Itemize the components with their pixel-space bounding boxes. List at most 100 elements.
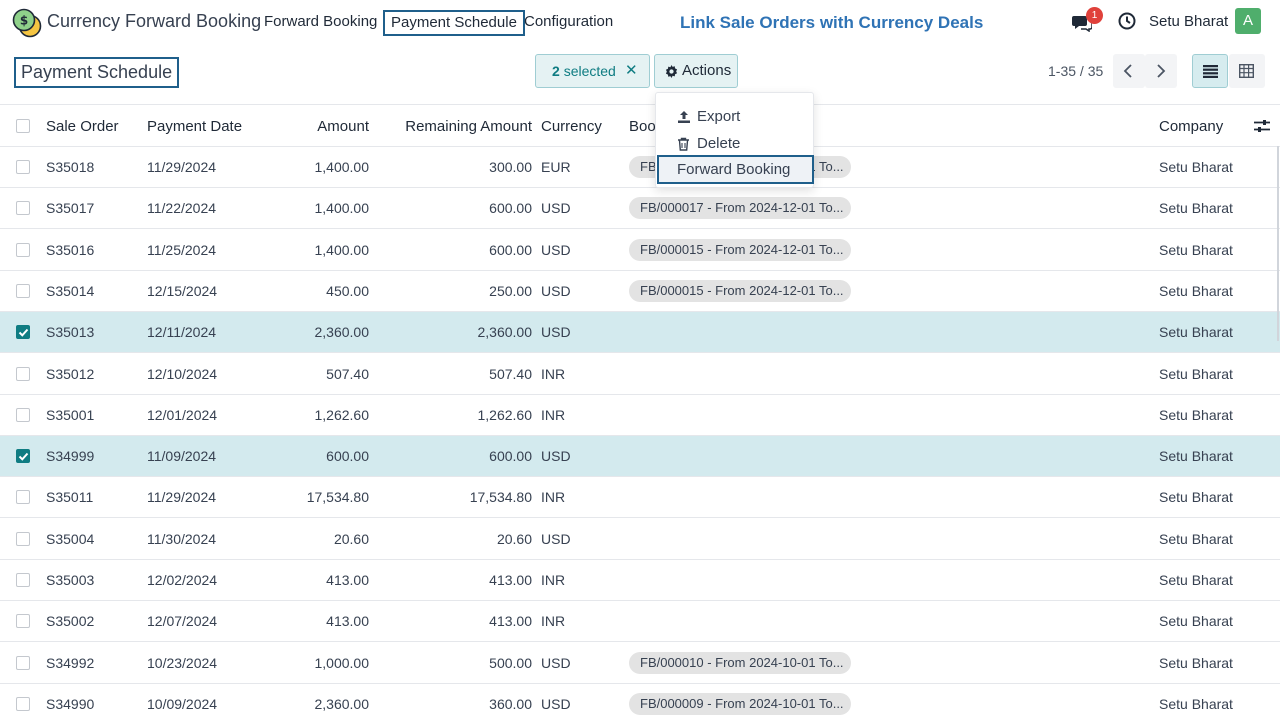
cell-sale-order: S34992 [46,654,95,671]
menu-item-export[interactable]: Export [656,103,813,130]
row-checkbox[interactable] [16,696,30,711]
col-company[interactable]: Company [1159,118,1223,135]
menu-item-forward-booking[interactable]: Forward Booking [657,155,814,184]
table-row[interactable]: S35012 12/10/2024 507.40 507.40 INR Setu Bhar… [0,353,1280,395]
table-row[interactable]: S35002 12/07/2024 413.00 413.00 INR Setu Bhar… [0,601,1280,643]
table-row[interactable]: S35004 11/30/2024 20.60 20.60 USD Setu Bharat [0,518,1280,560]
selection-label: 2 selected [552,55,616,87]
col-sale-order[interactable]: Sale Order [46,118,119,135]
menu-configuration[interactable]: Configuration [518,10,619,36]
cell-currency: INR [541,406,566,423]
optional-columns-icon[interactable] [1254,119,1270,133]
table-row[interactable]: S35011 11/29/2024 17,534.80 17,534.80 INR Set… [0,477,1280,519]
cell-company: Setu Bharat [1159,489,1233,506]
booking-tag[interactable]: FB/000010 - From 2024-10-01 To... [629,651,851,674]
cell-remaining-amount: 360.00 [489,695,532,712]
table-row[interactable]: S35003 12/02/2024 413.00 413.00 INR Setu Bhar… [0,560,1280,601]
booking-tag[interactable]: FB/000009 - From 2024-10-01 To... [629,692,851,715]
cell-sale-order: S35002 [46,613,95,630]
cell-remaining-amount: 413.00 [489,613,532,630]
scrollbar[interactable] [1277,146,1279,341]
booking-tag[interactable]: FB/000017 - From 2024-12-01 To... [629,197,851,220]
selected-text: selected [563,63,616,79]
export-icon [678,111,690,123]
table-row[interactable]: S34990 10/09/2024 2,360.00 360.00 USD Setu Bh… [0,683,1280,720]
cell-company: Setu Bharat [1159,282,1233,299]
chevron-right-icon [1157,64,1166,78]
menu-item-delete[interactable]: Delete [656,130,813,157]
pager-value[interactable]: 1-35 / 35 [1048,63,1103,79]
cell-payment-date: 10/23/2024 [147,654,218,671]
table-row[interactable]: S35018 11/29/2024 1,400.00 300.00 EUR Setu Bh… [0,147,1280,188]
menu-forward-booking[interactable]: Forward Booking [258,10,383,36]
cell-payment-date: 11/09/2024 [147,448,217,465]
cell-currency: USD [541,324,571,341]
cell-payment-date: 10/09/2024 [147,695,218,712]
table-row[interactable]: S34992 10/23/2024 1,000.00 500.00 USD Setu Bh… [0,642,1280,684]
col-payment-date[interactable]: Payment Date [147,118,242,135]
cell-amount: 2,360.00 [314,324,370,341]
app-title[interactable]: Currency Forward Booking [47,11,261,32]
booking-tag[interactable]: FB/000015 - From 2024-12-01 To... [629,238,851,261]
col-currency[interactable]: Currency [541,118,602,135]
cell-currency: EUR [541,159,571,175]
col-amount[interactable]: Amount [280,118,369,135]
selection-counter: 2 selected ✕ [535,54,650,88]
row-checkbox[interactable] [16,201,30,216]
cell-currency: INR [541,572,566,588]
actions-button[interactable]: Actions [654,54,738,88]
row-checkbox[interactable] [16,407,30,422]
row-checkbox[interactable] [16,490,30,505]
cell-currency: USD [541,530,571,547]
pivot-view-button[interactable] [1229,54,1265,88]
cell-company: Setu Bharat [1159,241,1233,258]
cell-payment-date: 11/29/2024 [147,489,217,506]
list-view-button[interactable] [1192,54,1228,88]
col-remaining-amount[interactable]: Remaining Amount [390,118,532,135]
cell-amount: 2,360.00 [314,695,370,712]
svg-text:$: $ [20,14,28,28]
table-row[interactable]: S35001 12/01/2024 1,262.60 1,262.60 INR Setu … [0,394,1280,436]
cell-amount: 1,262.60 [314,406,370,423]
cell-payment-date: 12/02/2024 [147,572,218,588]
user-name[interactable]: Setu Bharat [1149,13,1228,30]
cell-sale-order: S35003 [46,572,95,588]
row-checkbox[interactable] [16,573,30,587]
cell-amount: 600.00 [326,448,369,465]
cell-remaining-amount: 600.00 [489,448,532,465]
row-checkbox[interactable] [16,366,30,381]
col-booking[interactable]: Boo [629,118,656,135]
select-all-checkbox[interactable] [16,119,30,133]
cell-sale-order: S35014 [46,282,95,299]
clear-selection-icon[interactable]: ✕ [625,55,638,87]
row-checkbox[interactable] [16,325,30,340]
table-row[interactable]: S34999 11/09/2024 600.00 600.00 USD Setu Bhar… [0,436,1280,478]
clock-icon[interactable] [1118,12,1136,30]
table-row[interactable]: S35013 12/11/2024 2,360.00 2,360.00 USD Setu … [0,312,1280,354]
cell-remaining-amount: 507.40 [489,365,532,382]
coins-logo-icon[interactable]: $ [12,8,42,38]
cell-sale-order: S35017 [46,200,95,217]
row-checkbox[interactable] [16,531,30,546]
menu-payment-schedule[interactable]: Payment Schedule [383,10,525,36]
cell-amount: 413.00 [326,613,369,630]
row-checkbox[interactable] [16,655,30,670]
pager-previous-button[interactable] [1113,54,1145,88]
checkmark-icon [18,452,29,461]
cell-sale-order: S34990 [46,695,95,712]
table-row[interactable]: S35017 11/22/2024 1,400.00 600.00 USD Setu Bh… [0,188,1280,230]
pager-next-button[interactable] [1145,54,1177,88]
table-row[interactable]: S35016 11/25/2024 1,400.00 600.00 USD Setu Bh… [0,229,1280,271]
row-checkbox[interactable] [16,449,30,464]
row-checkbox[interactable] [16,283,30,298]
row-checkbox[interactable] [16,160,30,174]
booking-tag[interactable]: FB/000015 - From 2024-12-01 To... [629,279,851,302]
cell-currency: USD [541,282,571,299]
cell-currency: USD [541,695,571,712]
breadcrumb[interactable]: Payment Schedule [14,57,180,88]
table-row[interactable]: S35014 12/15/2024 450.00 250.00 USD Setu Bhar… [0,270,1280,312]
avatar[interactable]: A [1235,8,1261,34]
cell-sale-order: S35016 [46,241,95,258]
row-checkbox[interactable] [16,242,30,257]
row-checkbox[interactable] [16,614,30,629]
